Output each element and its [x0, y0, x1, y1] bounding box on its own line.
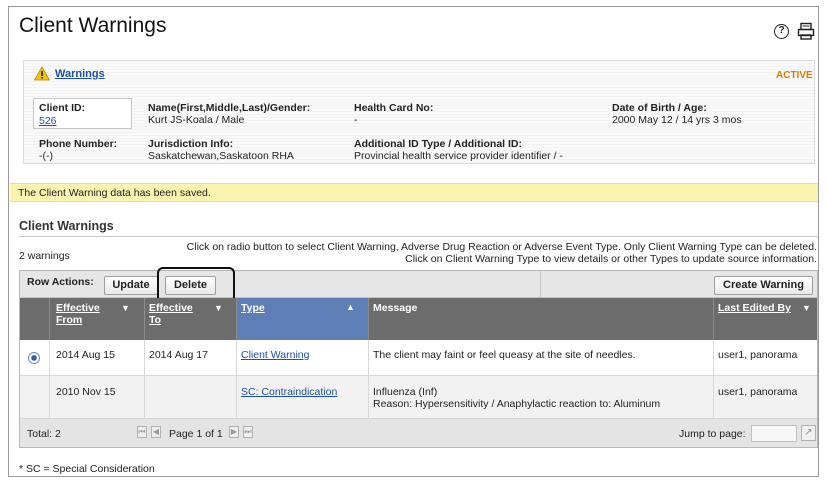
row-actions-label: Row Actions: [27, 276, 94, 288]
sort-desc-icon[interactable]: ▼ [121, 303, 130, 313]
help-icon[interactable]: ? [774, 24, 789, 39]
column-divider [49, 340, 50, 419]
dob-label: Date of Birth / Age: [612, 102, 707, 114]
header-effective-to-line2: To [149, 314, 162, 326]
cell-message: The client may faint or feel queasy at t… [373, 349, 636, 361]
page-title: Client Warnings [19, 14, 167, 37]
header-message: Message [373, 302, 418, 314]
phone-label: Phone Number: [39, 138, 118, 150]
jurisdiction-label: Jurisdiction Info: [148, 138, 234, 150]
cell-type-link[interactable]: Client Warning [241, 349, 309, 361]
header-effective-to-line1: Effective [149, 302, 193, 314]
warnings-link[interactable]: Warnings [55, 68, 105, 80]
cell-type-link[interactable]: SC: Contraindication [241, 386, 337, 398]
header-effective-from[interactable]: Effective From [56, 302, 100, 326]
cell-message-reason: Reason: Hypersensitivity / Anaphylactic … [373, 398, 661, 410]
column-divider [144, 340, 145, 419]
health-card-value: - [354, 114, 358, 126]
additional-id-label: Additional ID Type / Additional ID: [354, 138, 522, 150]
jump-to-page-label: Jump to page: [679, 428, 746, 440]
prev-page-icon[interactable]: ◀ [151, 426, 161, 438]
first-page-icon[interactable]: ⏮ [137, 426, 147, 438]
cell-last-edited: user1, panorama [718, 386, 798, 398]
warning-triangle-icon [34, 66, 50, 81]
total-count: Total: 2 [27, 428, 61, 440]
footnote: * SC = Special Consideration [19, 463, 155, 475]
table-header [20, 298, 817, 340]
header-effective-from-line1: Effective [56, 302, 100, 314]
cell-effective-from: 2010 Nov 15 [56, 386, 116, 398]
instructions-line-2: Click on Client Warning Type to view det… [405, 253, 817, 265]
jump-go-icon[interactable]: ↗ [801, 425, 816, 441]
column-divider [713, 340, 714, 419]
additional-id-value: Provincial health service provider ident… [354, 150, 563, 162]
column-divider [236, 340, 237, 419]
section-title: Client Warnings [19, 219, 114, 233]
phone-value: -(-) [39, 150, 53, 162]
header-effective-to[interactable]: Effective To [149, 302, 193, 326]
create-warning-button[interactable]: Create Warning [714, 276, 813, 295]
column-divider [368, 340, 369, 419]
update-button[interactable]: Update [104, 276, 158, 295]
name-label: Name(First,Middle,Last)/Gender: [148, 102, 311, 114]
cell-effective-from: 2014 Aug 15 [56, 349, 115, 361]
client-id-link[interactable]: 526 [39, 115, 57, 127]
jurisdiction-value: Saskatchewan,Saskatoon RHA [148, 150, 294, 162]
health-card-label: Health Card No: [354, 102, 434, 114]
header-divider [144, 298, 145, 340]
jump-to-page-input[interactable] [751, 425, 797, 442]
last-page-icon[interactable]: ⏭ [243, 426, 253, 438]
header-divider [236, 298, 237, 340]
instructions-line-1: Click on radio button to select Client W… [186, 241, 817, 253]
cell-effective-to: 2014 Aug 17 [149, 349, 208, 361]
print-icon[interactable] [797, 22, 815, 40]
page-indicator: Page 1 of 1 [169, 428, 223, 440]
header-effective-from-line2: From [56, 314, 83, 326]
row-select-radio[interactable] [28, 352, 40, 364]
cell-message: Influenza (Inf) [373, 386, 438, 398]
sort-desc-icon[interactable]: ▼ [802, 303, 811, 313]
header-divider [713, 298, 714, 340]
section-divider [19, 236, 818, 237]
header-last-edited[interactable]: Last Edited By [718, 302, 791, 314]
status-badge: ACTIVE [776, 70, 813, 81]
header-type[interactable]: Type [241, 302, 265, 314]
cell-last-edited: user1, panorama [718, 349, 798, 361]
success-message: The Client Warning data has been saved. [18, 187, 211, 199]
name-value: Kurt JS-Koala / Male [148, 114, 245, 126]
client-id-label: Client ID: [39, 102, 86, 114]
dob-value: 2000 May 12 / 14 yrs 3 mos [612, 114, 742, 126]
toolbar-divider [540, 271, 541, 298]
header-divider [49, 298, 50, 340]
sort-desc-icon[interactable]: ▼ [214, 303, 223, 313]
warnings-count: 2 warnings [19, 250, 70, 262]
header-divider [368, 298, 369, 340]
next-page-icon[interactable]: ▶ [229, 426, 239, 438]
sort-asc-icon[interactable]: ▲ [346, 302, 355, 312]
